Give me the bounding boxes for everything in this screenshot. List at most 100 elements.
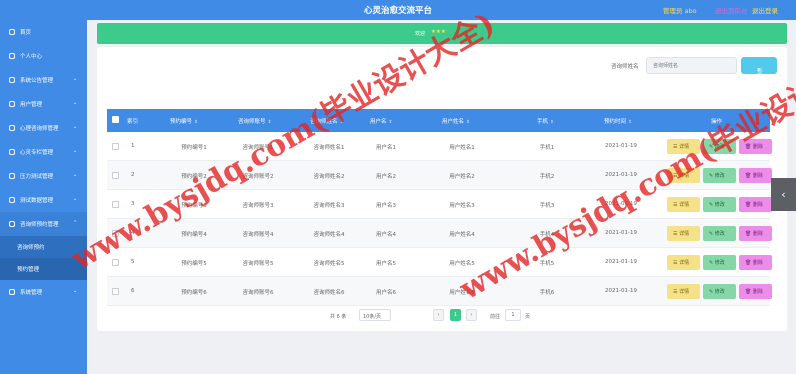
cell-no: 预约编号6: [181, 290, 207, 296]
submenu-item-appointment-management[interactable]: 预约管理: [0, 258, 87, 280]
sidebar-item-test-data[interactable]: 测试数据管理 ⌄: [0, 188, 87, 212]
detail-button[interactable]: ☰ 详情: [667, 168, 700, 183]
top-header: 心灵治愈交流平台 管理员 abo 退出到前台 退出登录: [0, 0, 796, 20]
cell-uname: 用户姓名1: [449, 145, 475, 151]
row-checkbox[interactable]: [112, 230, 119, 237]
chevron-down-icon: ⌄: [73, 288, 78, 294]
delete-button[interactable]: 🗑 删除: [739, 226, 772, 241]
sidebar-item-notice[interactable]: 系统公告管理 ⌄: [0, 68, 87, 92]
column-header-name[interactable]: 咨询师姓名 ⇕: [310, 117, 343, 125]
sidebar-item-users[interactable]: 用户管理 ⌄: [0, 92, 87, 116]
column-header-time[interactable]: 预约时间 ⇕: [604, 117, 632, 125]
cell-phone: 手机3: [539, 203, 555, 209]
edit-button[interactable]: ✎ 修改: [703, 168, 736, 183]
search-button-label: 查询: [757, 69, 763, 83]
cell-uname: 用户姓名6: [449, 290, 475, 296]
goto-page-input[interactable]: 1: [505, 309, 521, 321]
column-header-account[interactable]: 咨询师账号 ⇕: [238, 117, 271, 125]
sidebar-item-home[interactable]: 首页: [0, 20, 87, 44]
sidebar: 首页 个人中心 系统公告管理 ⌄ 用户管理 ⌄ 心理咨询师管理 ⌄ 心灵专栏管理 ⌄ 压…: [0, 20, 87, 374]
cell-user: 用户名2: [376, 174, 396, 180]
page-size-select[interactable]: 10条/页: [359, 309, 391, 321]
search-button[interactable]: ⌕ 查询: [741, 57, 777, 83]
sidebar-item-profile[interactable]: 个人中心: [0, 44, 87, 68]
row-checkbox[interactable]: [112, 172, 119, 179]
cell-phone: 手机2: [539, 174, 555, 180]
cell-no: 预约编号4: [181, 232, 207, 238]
pagination-total: 共 6 条: [330, 314, 347, 320]
cell-uname: 用户姓名4: [449, 232, 475, 238]
row-checkbox[interactable]: [112, 143, 119, 150]
cell-user: 用户名5: [376, 261, 396, 267]
chevron-down-icon: ⌄: [73, 124, 78, 130]
detail-button[interactable]: ☰ 详情: [667, 139, 700, 154]
next-page-button[interactable]: ›: [466, 309, 477, 321]
search-label: 咨询师姓名: [611, 64, 639, 70]
sort-icon: ⇕: [550, 120, 554, 125]
cell-name: 咨询师姓名6: [313, 290, 345, 296]
table-row: 5 预约编号5 咨询师账号5 咨询师姓名5 用户名5 用户姓名5 手机5 202…: [107, 248, 772, 277]
column-header-no[interactable]: 预约编号 ⇕: [170, 117, 198, 125]
chevron-down-icon: ⌄: [73, 148, 78, 154]
sidebar-item-stress-test[interactable]: 压力测试管理 ⌄: [0, 164, 87, 188]
cell-user: 用户名1: [376, 145, 396, 151]
delete-button[interactable]: 🗑 删除: [739, 284, 772, 299]
cell-index: 1: [131, 143, 135, 149]
detail-button[interactable]: ☰ 详情: [667, 197, 700, 212]
delete-button[interactable]: 🗑 删除: [739, 168, 772, 183]
user-icon: [9, 53, 15, 59]
sidebar-item-counselors[interactable]: 心理咨询师管理 ⌄: [0, 116, 87, 140]
edit-button[interactable]: ✎ 修改: [703, 284, 736, 299]
sort-icon: ⇕: [388, 120, 393, 125]
cell-time: 2021-01-19: [605, 143, 637, 149]
prev-page-button[interactable]: ‹: [433, 309, 444, 321]
cell-index: 2: [131, 172, 135, 178]
table-row: 3 预约编号3 咨询师账号3 咨询师姓名3 用户名3 用户姓名3 手机3 202…: [107, 190, 772, 219]
column-header-actions: 操作: [711, 119, 723, 125]
table-row: 1 预约编号1 咨询师账号1 咨询师姓名1 用户名1 用户姓名1 手机1 202…: [107, 132, 772, 161]
goto-frontend-link[interactable]: 退出到前台: [715, 5, 748, 15]
cell-no: 预约编号5: [181, 261, 207, 267]
column-header-uname[interactable]: 用户姓名 ⇕: [442, 117, 470, 125]
cell-name: 咨询师姓名3: [313, 203, 345, 209]
table-row: 4 预约编号4 咨询师账号4 咨询师姓名4 用户名4 用户姓名4 手机4 202…: [107, 219, 772, 248]
page-number-current[interactable]: 1: [450, 309, 461, 321]
delete-button[interactable]: 🗑 删除: [739, 197, 772, 212]
sidebar-item-columns[interactable]: 心灵专栏管理 ⌄: [0, 140, 87, 164]
welcome-banner: 欢迎 ★★★: [97, 23, 787, 44]
sidebar-item-appointments[interactable]: 咨询师预约管理 ⌃: [0, 212, 87, 236]
row-checkbox[interactable]: [112, 201, 119, 208]
delete-button[interactable]: 🗑 删除: [739, 139, 772, 154]
delete-button[interactable]: 🗑 删除: [739, 255, 772, 270]
table-row: 2 预约编号2 咨询师账号2 咨询师姓名2 用户名2 用户姓名2 手机2 202…: [107, 161, 772, 190]
edit-button[interactable]: ✎ 修改: [703, 139, 736, 154]
edit-button[interactable]: ✎ 修改: [703, 226, 736, 241]
detail-button[interactable]: ☰ 详情: [667, 226, 700, 241]
submenu-item-counselor-appointment[interactable]: 咨询师预约: [0, 236, 87, 258]
column-header-index: 索引: [127, 119, 139, 125]
sort-icon: ⇕: [628, 120, 632, 125]
logout-link[interactable]: 退出登录: [752, 5, 778, 15]
edit-button[interactable]: ✎ 修改: [703, 255, 736, 270]
row-checkbox[interactable]: [112, 288, 119, 295]
chevron-down-icon: ⌄: [73, 172, 78, 178]
sidebar-item-system[interactable]: 系统管理 ⌄: [0, 280, 87, 304]
chevron-down-icon: ⌄: [73, 100, 78, 106]
edit-button[interactable]: ✎ 修改: [703, 197, 736, 212]
cell-account: 咨询师账号1: [242, 145, 274, 151]
column-header-phone[interactable]: 手机 ⇕: [537, 117, 554, 125]
detail-button[interactable]: ☰ 详情: [667, 284, 700, 299]
cell-time: 2021-01-19: [605, 201, 637, 207]
cell-time: 2021-01-19: [605, 230, 637, 236]
chevron-down-icon: ⌄: [73, 76, 78, 82]
select-all-checkbox[interactable]: [112, 116, 119, 123]
side-panel-toggle[interactable]: ‹: [771, 178, 796, 211]
search-input[interactable]: [646, 57, 737, 74]
row-checkbox[interactable]: [112, 259, 119, 266]
test-icon: [9, 173, 15, 179]
cell-time: 2021-01-19: [605, 288, 637, 294]
cell-time: 2021-01-19: [605, 259, 637, 265]
cell-index: 4: [131, 230, 135, 236]
column-header-user[interactable]: 用户名 ⇕: [370, 117, 392, 125]
detail-button[interactable]: ☰ 详情: [667, 255, 700, 270]
